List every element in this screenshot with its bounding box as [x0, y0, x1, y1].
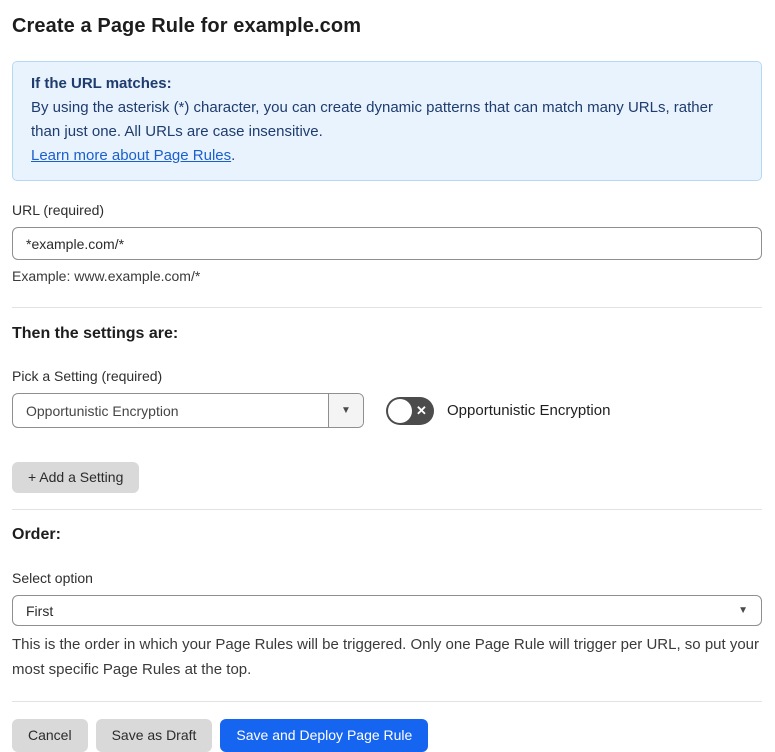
info-box-heading: If the URL matches: [31, 75, 172, 92]
add-setting-button[interactable]: + Add a Setting [12, 462, 140, 493]
link-suffix: . [231, 147, 236, 164]
opportunistic-encryption-toggle[interactable]: ✕ [386, 396, 434, 425]
url-example-helper: Example: www.example.com/* [12, 268, 201, 284]
setting-picker-label: Pick a Setting (required) [12, 368, 163, 384]
cancel-button[interactable]: Cancel [12, 719, 88, 752]
setting-picker-value: Opportunistic Encryption [26, 402, 179, 419]
settings-section-heading: Then the settings are: [12, 325, 179, 342]
order-select[interactable]: First ▼ [12, 595, 762, 626]
toggle-off-x-icon: ✕ [416, 403, 427, 418]
section-divider [12, 701, 762, 702]
url-input[interactable] [12, 227, 762, 260]
form-actions: Cancel Save as Draft Save and Deploy Pag… [12, 719, 762, 752]
save-and-deploy-button[interactable]: Save and Deploy Page Rule [220, 719, 429, 752]
section-divider [12, 307, 762, 308]
section-divider [12, 509, 762, 510]
chevron-down-icon: ▼ [738, 604, 748, 616]
learn-more-link[interactable]: Learn more about Page Rules [31, 147, 231, 164]
url-matches-info-box: If the URL matches: By using the asteris… [12, 61, 762, 181]
chevron-down-icon: ▼ [341, 404, 351, 416]
toggle-setting-label: Opportunistic Encryption [447, 402, 611, 419]
order-section-heading: Order: [12, 526, 61, 543]
create-page-rule-form: Create a Page Rule for example.com If th… [0, 0, 775, 752]
setting-row: Opportunistic Encryption ▼ ✕ Opportunist… [12, 393, 762, 428]
info-box-link-line: Learn more about Page Rules. [31, 144, 743, 168]
info-box-body: By using the asterisk (*) character, you… [31, 99, 713, 140]
page-title: Create a Page Rule for example.com [12, 15, 362, 37]
order-select-value: First [26, 602, 54, 619]
url-field-label: URL (required) [12, 202, 105, 218]
setting-picker-dropdown[interactable]: Opportunistic Encryption ▼ [12, 393, 364, 428]
save-as-draft-button[interactable]: Save as Draft [95, 719, 213, 752]
order-select-label: Select option [12, 570, 93, 586]
toggle-knob [388, 398, 412, 423]
order-helper-text: This is the order in which your Page Rul… [12, 636, 760, 678]
setting-picker-caret-button[interactable]: ▼ [328, 394, 363, 427]
